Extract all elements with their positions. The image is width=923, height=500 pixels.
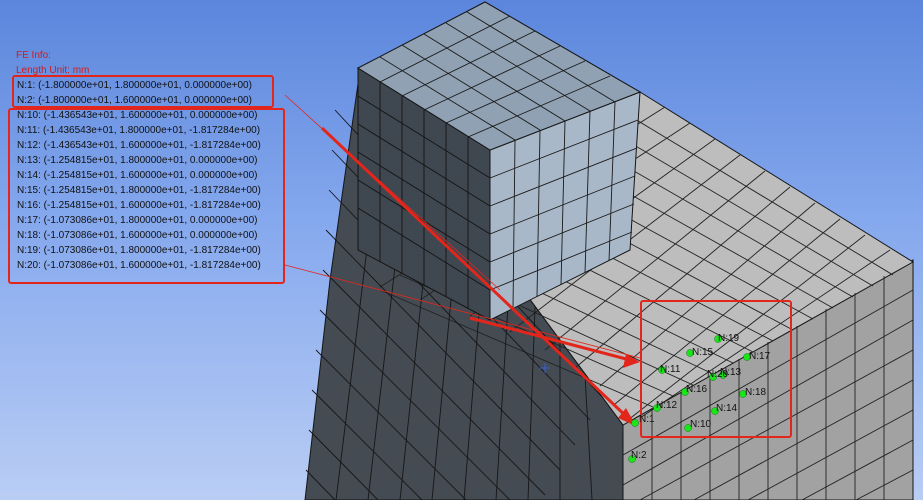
node-1 (631, 419, 639, 427)
fe-info-title: FE Info: (16, 50, 52, 61)
node-label-15: N:15 (692, 347, 714, 358)
graphics-viewport[interactable]: FE Info: Length Unit: mm N:1: (-1.800000… (0, 0, 923, 500)
highlight-box-group2 (8, 108, 285, 284)
node-label-2: N:2 (631, 450, 647, 461)
node-label-19: N:19 (718, 333, 740, 344)
node-label-16: N:16 (686, 384, 708, 395)
node-label-11: N:11 (660, 364, 681, 375)
node-label-14: N:14 (716, 403, 738, 414)
highlight-box-group1 (12, 75, 274, 108)
node-label-20: N:20 (707, 369, 729, 380)
node-label-18: N:18 (745, 387, 767, 398)
node-label-12: N:12 (656, 400, 678, 411)
node-label-17: N:17 (749, 351, 771, 362)
node-label-1: N:1 (639, 414, 655, 425)
node-label-10: N:10 (690, 419, 712, 430)
